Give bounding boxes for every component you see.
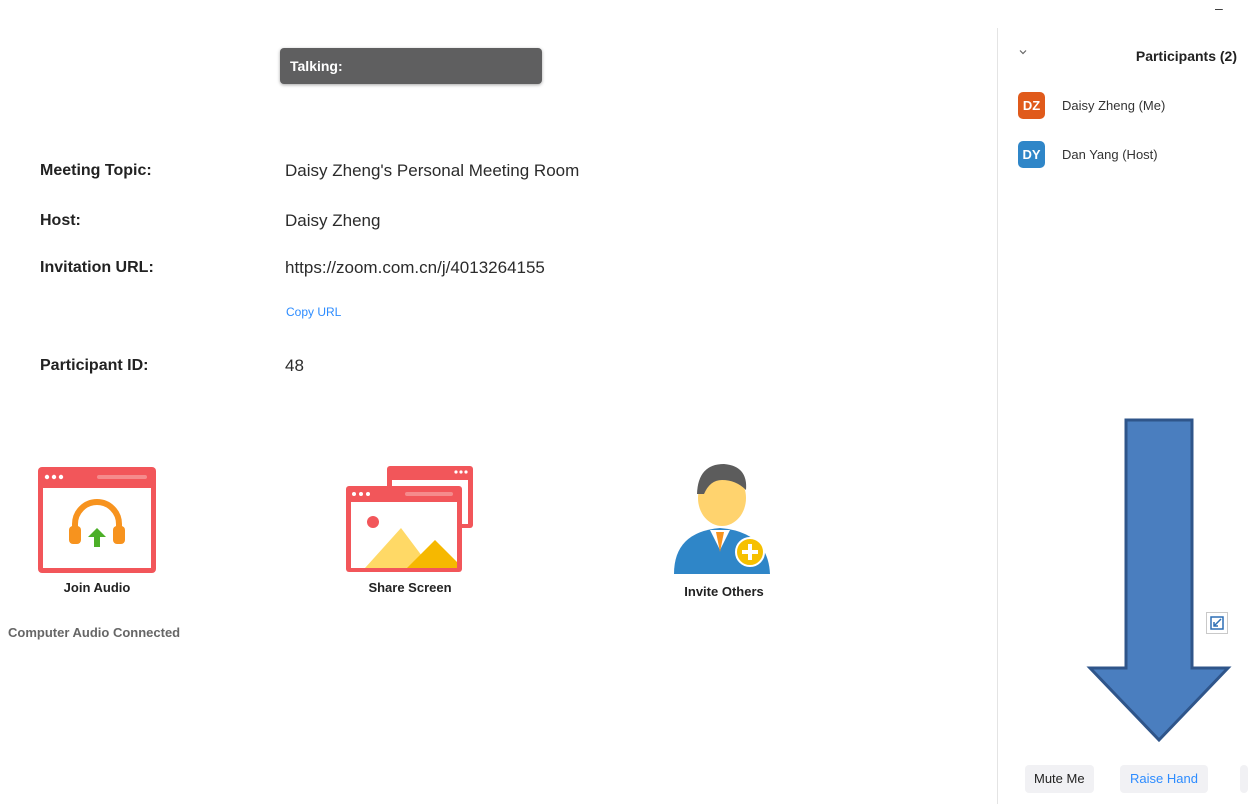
participant-id-value: 48 (285, 356, 304, 375)
copy-url-link[interactable]: Copy URL (286, 305, 341, 319)
invite-others-label: Invite Others (684, 584, 764, 599)
participant-row[interactable]: DY Dan Yang (Host) (1018, 140, 1158, 168)
host-value: Daisy Zheng (285, 211, 381, 230)
pop-out-icon[interactable] (1206, 612, 1228, 634)
minimize-button[interactable]: – (1215, 0, 1223, 16)
participant-name: Dan Yang (Host) (1062, 146, 1158, 162)
meeting-topic-label: Meeting Topic: (40, 162, 152, 179)
chevron-down-icon[interactable] (1018, 47, 1028, 57)
meeting-info-area: Talking: Meeting Topic: Daisy Zheng's Pe… (0, 0, 997, 804)
participant-id-label: Participant ID: (40, 357, 149, 374)
invite-others-icon (674, 464, 770, 574)
invite-others-button[interactable]: Invite Others (664, 458, 784, 599)
participants-panel: Participants (2) DZ Daisy Zheng (Me) DY … (998, 0, 1248, 804)
share-screen-label: Share Screen (368, 580, 452, 595)
share-screen-icon (346, 466, 473, 572)
raise-hand-button[interactable]: Raise Hand (1120, 765, 1208, 793)
join-audio-label: Join Audio (63, 580, 131, 595)
annotation-arrow-icon (1086, 418, 1232, 743)
host-label: Host: (40, 212, 81, 229)
share-screen-button[interactable]: Share Screen (345, 466, 475, 595)
mute-me-button[interactable]: Mute Me (1025, 765, 1094, 793)
meeting-topic-value: Daisy Zheng's Personal Meeting Room (285, 161, 580, 180)
computer-audio-connected-status: Computer Audio Connected (8, 625, 181, 640)
avatar: DZ (1018, 91, 1045, 119)
participants-title: Participants (2) (1135, 48, 1237, 64)
invitation-url-label: Invitation URL: (40, 259, 154, 276)
join-audio-button[interactable]: Join Audio (37, 466, 157, 595)
talking-indicator: Talking: (280, 48, 542, 84)
participant-name: Daisy Zheng (Me) (1062, 97, 1166, 113)
more-button[interactable] (1240, 765, 1248, 793)
join-audio-icon (38, 467, 156, 573)
participant-row[interactable]: DZ Daisy Zheng (Me) (1018, 91, 1166, 119)
invitation-url-value: https://zoom.com.cn/j/4013264155 (285, 258, 545, 277)
avatar: DY (1018, 140, 1045, 168)
